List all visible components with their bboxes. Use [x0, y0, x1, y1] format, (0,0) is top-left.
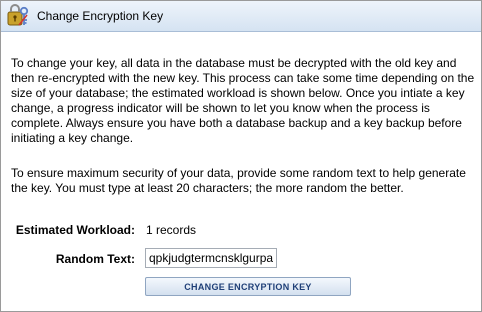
dialog-title: Change Encryption Key	[37, 9, 164, 23]
estimated-workload-value: 1 records	[146, 223, 197, 237]
description-paragraph-2: To ensure maximum security of your data,…	[11, 166, 466, 195]
random-text-label: Random Text:	[55, 252, 135, 266]
dialog-titlebar: Change Encryption Key	[1, 1, 481, 32]
key-lock-icon	[7, 4, 29, 26]
change-encryption-key-button[interactable]: CHANGE ENCRYPTION KEY	[145, 277, 351, 296]
estimated-workload-label: Estimated Workload:	[15, 223, 135, 237]
description-paragraph-1: To change your key, all data in the data…	[11, 56, 475, 145]
change-encryption-key-dialog: Change Encryption Key To change your key…	[0, 0, 482, 312]
random-text-input[interactable]	[145, 248, 277, 268]
